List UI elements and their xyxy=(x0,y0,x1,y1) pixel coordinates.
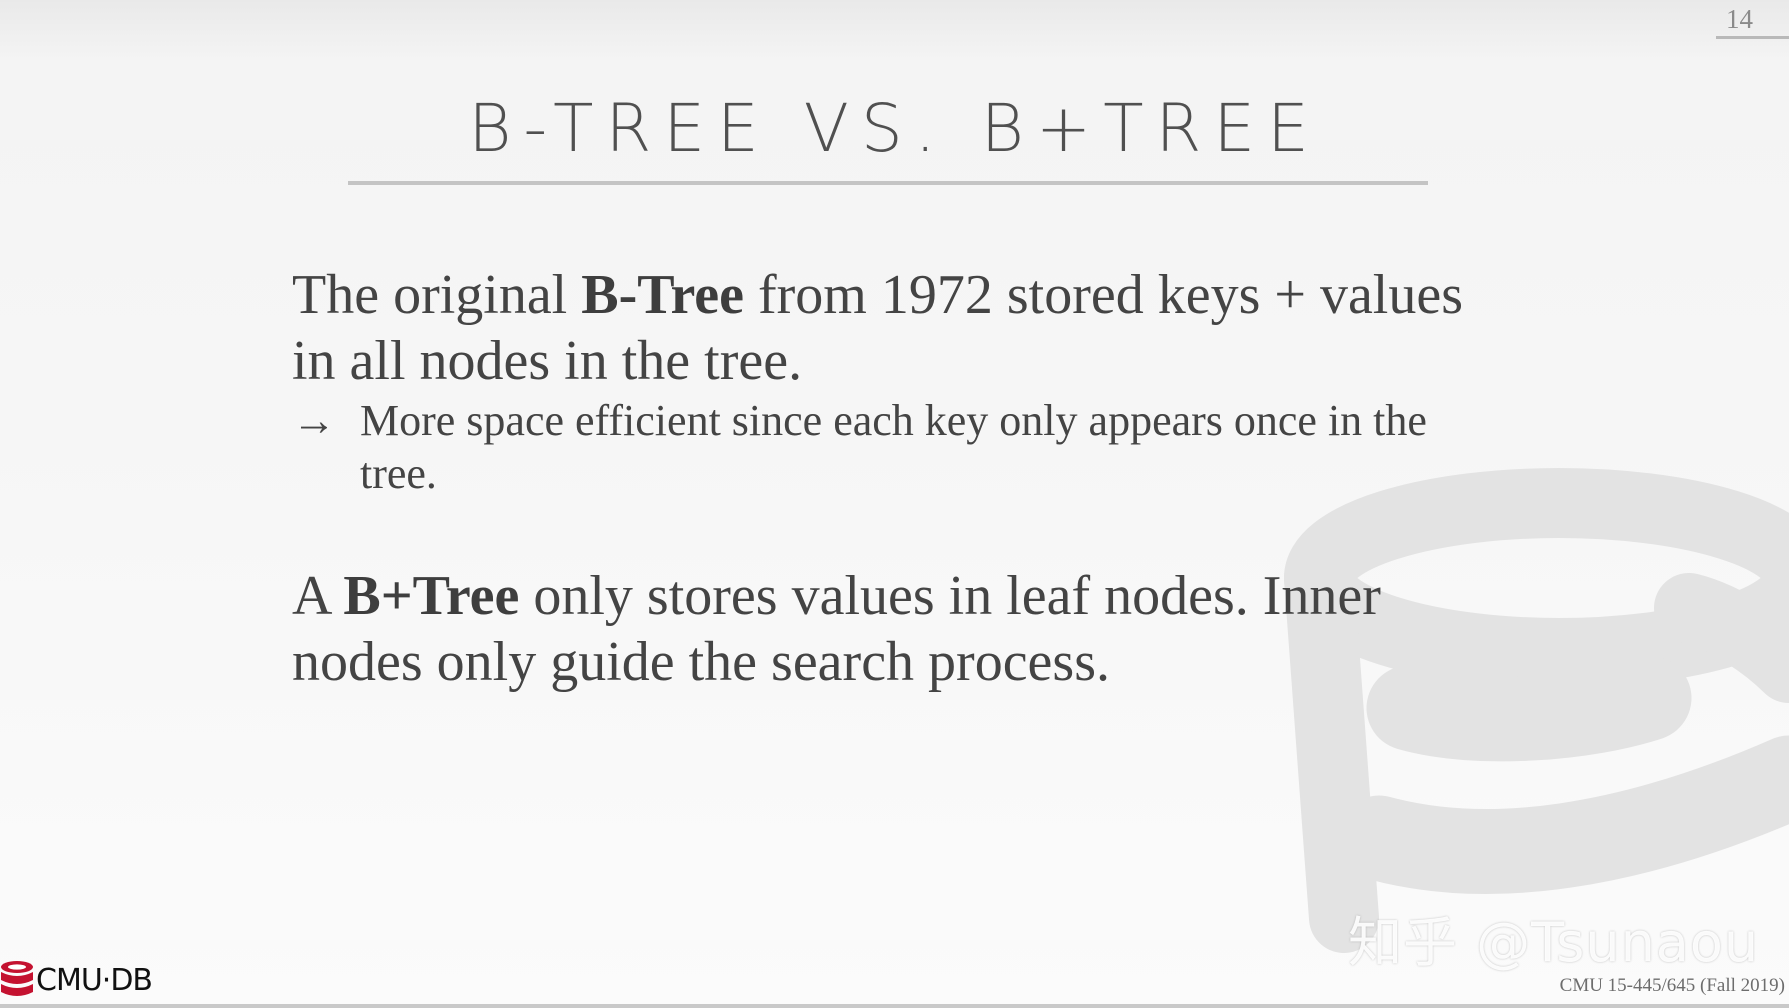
btree-term: B-Tree xyxy=(581,264,744,326)
bottom-divider xyxy=(0,1004,1789,1008)
title-divider xyxy=(348,181,1428,185)
zhihu-watermark: 知乎 @Tsunaou xyxy=(1348,911,1760,974)
bullet-btree-lead: The original xyxy=(292,264,582,326)
bullet-btree-text: The original B-Tree from 1972 stored key… xyxy=(292,262,1482,394)
page-number-divider xyxy=(1716,36,1789,39)
course-label: CMU 15-445/645 (Fall 2019) xyxy=(1559,975,1785,996)
slide-title: B-TREE VS. B+TREE xyxy=(468,90,1321,167)
bullet-btree: The original B-Tree from 1972 stored key… xyxy=(292,262,1482,500)
bullet-bplustree-lead: A xyxy=(292,565,344,627)
page-number: 14 xyxy=(1726,4,1753,34)
bullet-bplustree-text: A B+Tree only stores values in leaf node… xyxy=(292,563,1482,695)
bplustree-term: B+Tree xyxy=(343,565,520,627)
database-logo-icon xyxy=(1,961,33,996)
bullet-bplustree: A B+Tree only stores values in leaf node… xyxy=(292,563,1482,695)
sub-bullet-text: More space efficient since each key only… xyxy=(360,396,1427,498)
sub-bullet-space-efficiency: → More space efficient since each key on… xyxy=(292,394,1482,500)
arrow-icon: → xyxy=(292,396,336,445)
cmu-db-logo: CMU·DB xyxy=(0,960,153,1000)
cmu-db-logo-text: CMU·DB xyxy=(36,962,153,998)
